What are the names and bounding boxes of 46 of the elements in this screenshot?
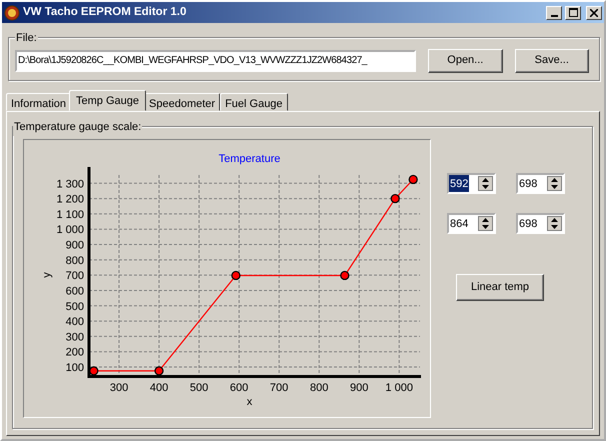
y-tick-label: 500 xyxy=(66,300,84,313)
window-title: VW Tacho EEPROM Editor 1.0 xyxy=(23,4,188,20)
x-tick-label: 900 xyxy=(350,382,368,394)
close-icon xyxy=(590,8,598,16)
x-tick-label: 300 xyxy=(110,382,128,394)
minimize-button[interactable] xyxy=(546,6,562,20)
data-point[interactable] xyxy=(390,194,400,204)
x-tick-label: 400 xyxy=(150,382,168,394)
tab[interactable]: Information xyxy=(6,93,72,111)
data-point[interactable] xyxy=(154,366,164,376)
tab[interactable]: Speedometer xyxy=(144,93,220,111)
data-point[interactable] xyxy=(231,270,240,280)
data-point[interactable] xyxy=(340,270,350,280)
y-tick-label: 1 300 xyxy=(56,178,84,190)
y-tick-label: 1 000 xyxy=(56,224,84,236)
x-tick-label: 700 xyxy=(270,382,288,394)
data-point[interactable] xyxy=(408,174,418,184)
maximize-icon xyxy=(568,8,578,17)
y-tick-label: 700 xyxy=(66,270,84,282)
close-button[interactable] xyxy=(586,6,602,20)
file-path-field[interactable]: D:\Bora\1J5920826C__KOMBI_WEGFAHRSP_VDO_V13_WVWZZZ1JZ2W684327_ xyxy=(15,50,416,72)
group-label: Temperature gauge scale: xyxy=(13,119,142,136)
linear-temp-button[interactable]: Linear temp xyxy=(456,274,544,301)
y-tick-label: 100 xyxy=(66,362,84,374)
y-tick-label: 1 200 xyxy=(56,194,84,206)
open-button[interactable]: Open... xyxy=(428,48,503,72)
maximize-button[interactable] xyxy=(565,6,581,20)
y-axis-label: y xyxy=(41,272,53,278)
y-tick-label: 300 xyxy=(66,331,84,344)
tab[interactable]: Fuel Gauge xyxy=(220,93,288,111)
chart-title: Temperature xyxy=(218,153,280,165)
y-tick-label: 600 xyxy=(66,285,84,298)
x-axis-label: x xyxy=(246,396,252,408)
app-icon xyxy=(4,4,20,20)
y-tick-label: 400 xyxy=(66,316,84,328)
x-tick-label: 500 xyxy=(190,382,208,394)
x-tick-label: 1 000 xyxy=(385,382,413,394)
y-tick-label: 900 xyxy=(66,240,84,252)
y-tick-label: 1 100 xyxy=(56,208,84,221)
x-tick-label: 600 xyxy=(230,382,248,394)
tab[interactable]: Temp Gauge xyxy=(69,90,146,111)
minimize-icon xyxy=(550,14,558,16)
x-tick-label: 800 xyxy=(310,382,328,394)
y-tick-label: 200 xyxy=(66,346,84,359)
y-tick-label: 800 xyxy=(66,254,84,267)
save-button[interactable]: Save... xyxy=(514,48,590,72)
